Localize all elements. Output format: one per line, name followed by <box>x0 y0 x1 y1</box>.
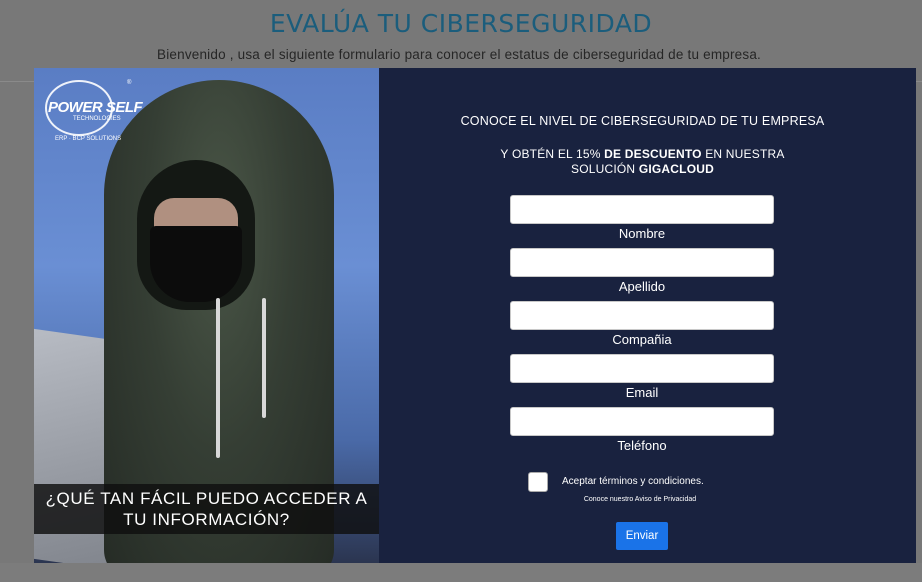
signup-form: CONOCE EL NIVEL DE CIBERSEGURIDAD DE TU … <box>379 68 916 563</box>
nombre-label: Nombre <box>618 226 666 241</box>
terms-checkbox[interactable] <box>528 472 548 492</box>
compania-input[interactable] <box>510 301 774 330</box>
apellido-label: Apellido <box>618 279 666 294</box>
promo-text: Y OBTÉN EL 15% DE DESCUENTO EN NUESTRA S… <box>500 147 785 176</box>
submit-button[interactable]: Enviar <box>616 522 668 550</box>
field-nombre: Nombre <box>510 195 774 241</box>
apellido-input[interactable] <box>510 248 774 277</box>
terms-row: Aceptar términos y condiciones. <box>528 472 828 494</box>
email-label: Email <box>625 385 659 400</box>
backdrop-bottom <box>0 563 922 582</box>
email-input[interactable] <box>510 354 774 383</box>
power-self-logo: POWER SELF TECHNOLOGIES ERP · BCP SOLUTI… <box>45 80 143 150</box>
telefono-label: Teléfono <box>617 438 667 453</box>
nombre-input[interactable] <box>510 195 774 224</box>
terms-label: Aceptar términos y condiciones. <box>562 476 704 487</box>
page-title: EVALÚA TU CIBERSEGURIDAD <box>269 9 653 38</box>
caption-line-1: ¿QUÉ TAN FÁCIL PUEDO ACCEDER A <box>45 489 368 508</box>
hero-caption: ¿QUÉ TAN FÁCIL PUEDO ACCEDER A TU INFORM… <box>34 484 379 534</box>
field-compania: Compañia <box>510 301 774 347</box>
field-email: Email <box>510 354 774 400</box>
field-apellido: Apellido <box>510 248 774 294</box>
form-headline: CONOCE EL NIVEL DE CIBERSEGURIDAD DE TU … <box>460 114 825 128</box>
caption-line-2: TU INFORMACIÓN? <box>123 510 290 529</box>
compania-label: Compañia <box>612 332 672 347</box>
signup-modal: POWER SELF TECHNOLOGIES ERP · BCP SOLUTI… <box>34 68 916 563</box>
field-telefono: Teléfono <box>510 407 774 453</box>
hero-image: POWER SELF TECHNOLOGIES ERP · BCP SOLUTI… <box>34 68 379 563</box>
telefono-input[interactable] <box>510 407 774 436</box>
privacy-link[interactable]: Conoce nuestro Aviso de Privacidad <box>379 496 901 503</box>
page-subtitle: Bienvenido , usa el siguiente formulario… <box>157 47 761 62</box>
